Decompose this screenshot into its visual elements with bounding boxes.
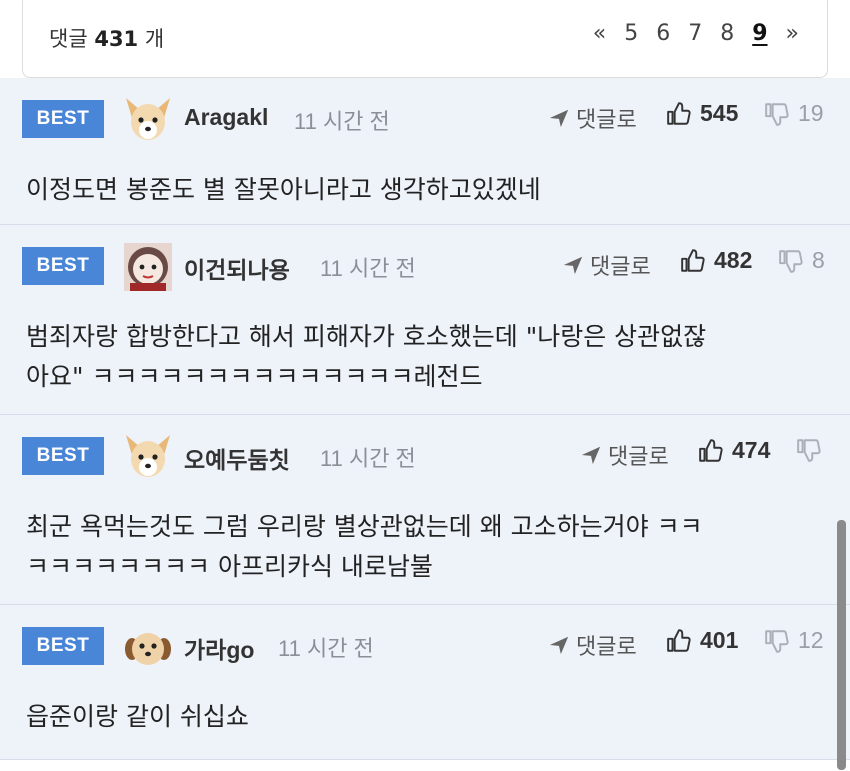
reply-label: 댓글로 bbox=[608, 445, 669, 470]
page-link-current[interactable]: 9 bbox=[752, 21, 767, 46]
send-icon bbox=[549, 109, 569, 128]
comment-nickname[interactable]: 이건되나용 bbox=[184, 251, 290, 285]
best-badge: BEST bbox=[22, 627, 104, 665]
best-badge: BEST bbox=[22, 247, 104, 285]
comment-time: 11 시간 전 bbox=[294, 109, 390, 134]
comment-nickname[interactable]: 오예두둠칫 bbox=[184, 441, 290, 475]
page-link[interactable]: 6 bbox=[656, 21, 670, 46]
dislike-button[interactable] bbox=[796, 437, 830, 463]
comment-count-prefix: 댓글 bbox=[49, 27, 88, 51]
page-prev-button[interactable]: « bbox=[593, 21, 606, 46]
thumbs-up-icon bbox=[699, 438, 723, 462]
send-icon bbox=[549, 636, 569, 655]
page-link[interactable]: 7 bbox=[688, 21, 702, 46]
reply-button[interactable]: 댓글로 bbox=[562, 249, 651, 281]
thumbs-up-icon bbox=[667, 628, 691, 652]
comment-text: 최군 욕먹는것도 그럼 우리랑 별상관없는데 왜 고소하는거야 ㅋㅋ ㅋㅋㅋㅋㅋ… bbox=[26, 512, 703, 581]
thumbs-down-icon bbox=[765, 102, 789, 126]
like-button[interactable]: 474 bbox=[698, 437, 770, 464]
send-icon bbox=[563, 256, 583, 275]
comment-header: 댓글 431 개 « 5 6 7 8 9 » bbox=[22, 0, 828, 78]
comment-count-number: 431 bbox=[94, 27, 139, 51]
dislike-count: 19 bbox=[798, 100, 824, 126]
dislike-count: 8 bbox=[812, 247, 825, 273]
comment-time: 11 시간 전 bbox=[320, 446, 416, 471]
thumbs-up-icon bbox=[681, 248, 705, 272]
pixel-face-avatar-icon[interactable] bbox=[120, 239, 176, 295]
dislike-button[interactable]: 8 bbox=[778, 247, 825, 274]
page-link[interactable]: 5 bbox=[624, 21, 638, 46]
comment-count: 댓글 431 개 bbox=[49, 23, 164, 53]
scrollbar[interactable] bbox=[837, 520, 846, 770]
page-link[interactable]: 8 bbox=[720, 21, 734, 46]
reply-button[interactable]: 댓글로 bbox=[548, 102, 637, 134]
reply-label: 댓글로 bbox=[576, 108, 637, 133]
best-badge: BEST bbox=[22, 100, 104, 138]
like-button[interactable]: 482 bbox=[680, 247, 752, 274]
thumbs-up-icon bbox=[667, 101, 691, 125]
comment-item: BEST 오예두둠칫 11 시간 전 댓글로 474 최군 욕먹는것도 그럼 우… bbox=[0, 415, 850, 605]
send-icon bbox=[581, 446, 601, 465]
like-count: 401 bbox=[700, 627, 739, 653]
comment-item: BEST 이건되나용 11 시간 전 댓글로 482 8 범죄자랑 합방한다고 … bbox=[0, 225, 850, 415]
reply-button[interactable]: 댓글로 bbox=[580, 439, 669, 471]
pagination: « 5 6 7 8 9 » bbox=[593, 21, 799, 46]
dog-avatar-icon[interactable] bbox=[120, 429, 176, 485]
comment-text: 범죄자랑 합방한다고 해서 피해자가 호소했는데 "나랑은 상관없잖 아요" ㅋ… bbox=[26, 322, 707, 391]
comment-count-suffix: 개 bbox=[144, 27, 165, 51]
comment-time: 11 시간 전 bbox=[320, 256, 416, 281]
like-count: 545 bbox=[700, 100, 739, 126]
dislike-button[interactable]: 19 bbox=[764, 100, 824, 127]
dislike-count: 12 bbox=[798, 627, 824, 653]
comment-item: BEST Aragakl 11 시간 전 댓글로 545 19 이정도면 봉준도… bbox=[0, 78, 850, 225]
reply-button[interactable]: 댓글로 bbox=[548, 629, 637, 661]
reply-label: 댓글로 bbox=[576, 635, 637, 660]
comment-nickname[interactable]: Aragakl bbox=[184, 104, 268, 131]
page-next-button[interactable]: » bbox=[786, 21, 799, 46]
comment-time: 11 시간 전 bbox=[278, 636, 374, 661]
comment-list: BEST Aragakl 11 시간 전 댓글로 545 19 이정도면 봉준도… bbox=[0, 78, 850, 760]
like-count: 474 bbox=[732, 437, 771, 463]
dog-avatar-icon[interactable] bbox=[120, 92, 176, 148]
like-button[interactable]: 545 bbox=[666, 100, 738, 127]
dislike-button[interactable]: 12 bbox=[764, 627, 824, 654]
like-count: 482 bbox=[714, 247, 753, 273]
comment-text: 이정도면 봉준도 별 잘못아니라고 생각하고있겠네 bbox=[26, 175, 541, 204]
puppy-avatar-icon[interactable] bbox=[120, 619, 176, 675]
thumbs-down-icon bbox=[765, 629, 789, 653]
comment-item: BEST 가라go 11 시간 전 댓글로 401 12 읍준이랑 같이 쉬십쇼 bbox=[0, 605, 850, 760]
like-button[interactable]: 401 bbox=[666, 627, 738, 654]
best-badge: BEST bbox=[22, 437, 104, 475]
comment-text: 읍준이랑 같이 쉬십쇼 bbox=[26, 702, 249, 731]
comment-nickname[interactable]: 가라go bbox=[184, 631, 254, 665]
reply-label: 댓글로 bbox=[590, 255, 651, 280]
thumbs-down-icon bbox=[797, 439, 821, 462]
thumbs-down-icon bbox=[779, 249, 803, 273]
